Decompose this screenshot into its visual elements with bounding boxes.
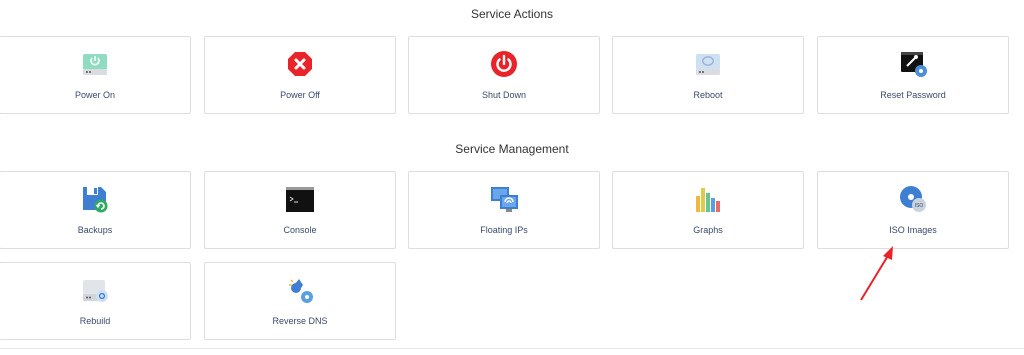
- bottom-divider: [0, 348, 1024, 349]
- iso-images-button[interactable]: ISO ISO Images: [817, 171, 1009, 249]
- rebuild-icon: [80, 275, 110, 305]
- section-title-service-actions: Service Actions: [470, 7, 554, 21]
- floating-ips-label: Floating IPs: [480, 225, 528, 235]
- iso-images-label: ISO Images: [889, 225, 937, 235]
- power-off-button[interactable]: Power Off: [204, 36, 396, 114]
- console-button[interactable]: Console: [204, 171, 396, 249]
- annotation-arrow: [860, 246, 893, 301]
- reset-password-button[interactable]: Reset Password: [817, 36, 1009, 114]
- floating-ips-icon: [489, 184, 519, 214]
- floating-ips-button[interactable]: Floating IPs: [408, 171, 600, 249]
- reset-password-icon: [898, 49, 928, 79]
- reboot-button[interactable]: Reboot: [612, 36, 804, 114]
- console-icon: [285, 184, 315, 214]
- power-on-icon: [80, 49, 110, 79]
- backups-icon: [80, 184, 110, 214]
- iso-images-icon: ISO: [898, 184, 928, 214]
- rebuild-label: Rebuild: [79, 316, 111, 326]
- power-on-button[interactable]: Power On: [0, 36, 191, 114]
- graphs-icon: [693, 184, 723, 214]
- svg-text:ISO: ISO: [915, 203, 924, 209]
- shut-down-icon: [489, 49, 519, 79]
- power-on-label: Power On: [74, 90, 116, 100]
- reverse-dns-label: Reverse DNS: [272, 316, 328, 326]
- power-off-icon: [285, 49, 315, 79]
- graphs-label: Graphs: [693, 225, 723, 235]
- section-title-service-management: Service Management: [455, 142, 569, 156]
- shut-down-button[interactable]: Shut Down: [408, 36, 600, 114]
- reset-password-label: Reset Password: [880, 90, 946, 100]
- rebuild-button[interactable]: Rebuild: [0, 262, 191, 340]
- reverse-dns-icon: [285, 275, 315, 305]
- console-label: Console: [283, 225, 317, 235]
- reboot-label: Reboot: [693, 90, 723, 100]
- graphs-button[interactable]: Graphs: [612, 171, 804, 249]
- reverse-dns-button[interactable]: Reverse DNS: [204, 262, 396, 340]
- power-off-label: Power Off: [280, 90, 320, 100]
- backups-label: Backups: [77, 225, 113, 235]
- backups-button[interactable]: Backups: [0, 171, 191, 249]
- reboot-icon: [693, 49, 723, 79]
- shut-down-label: Shut Down: [481, 90, 527, 100]
